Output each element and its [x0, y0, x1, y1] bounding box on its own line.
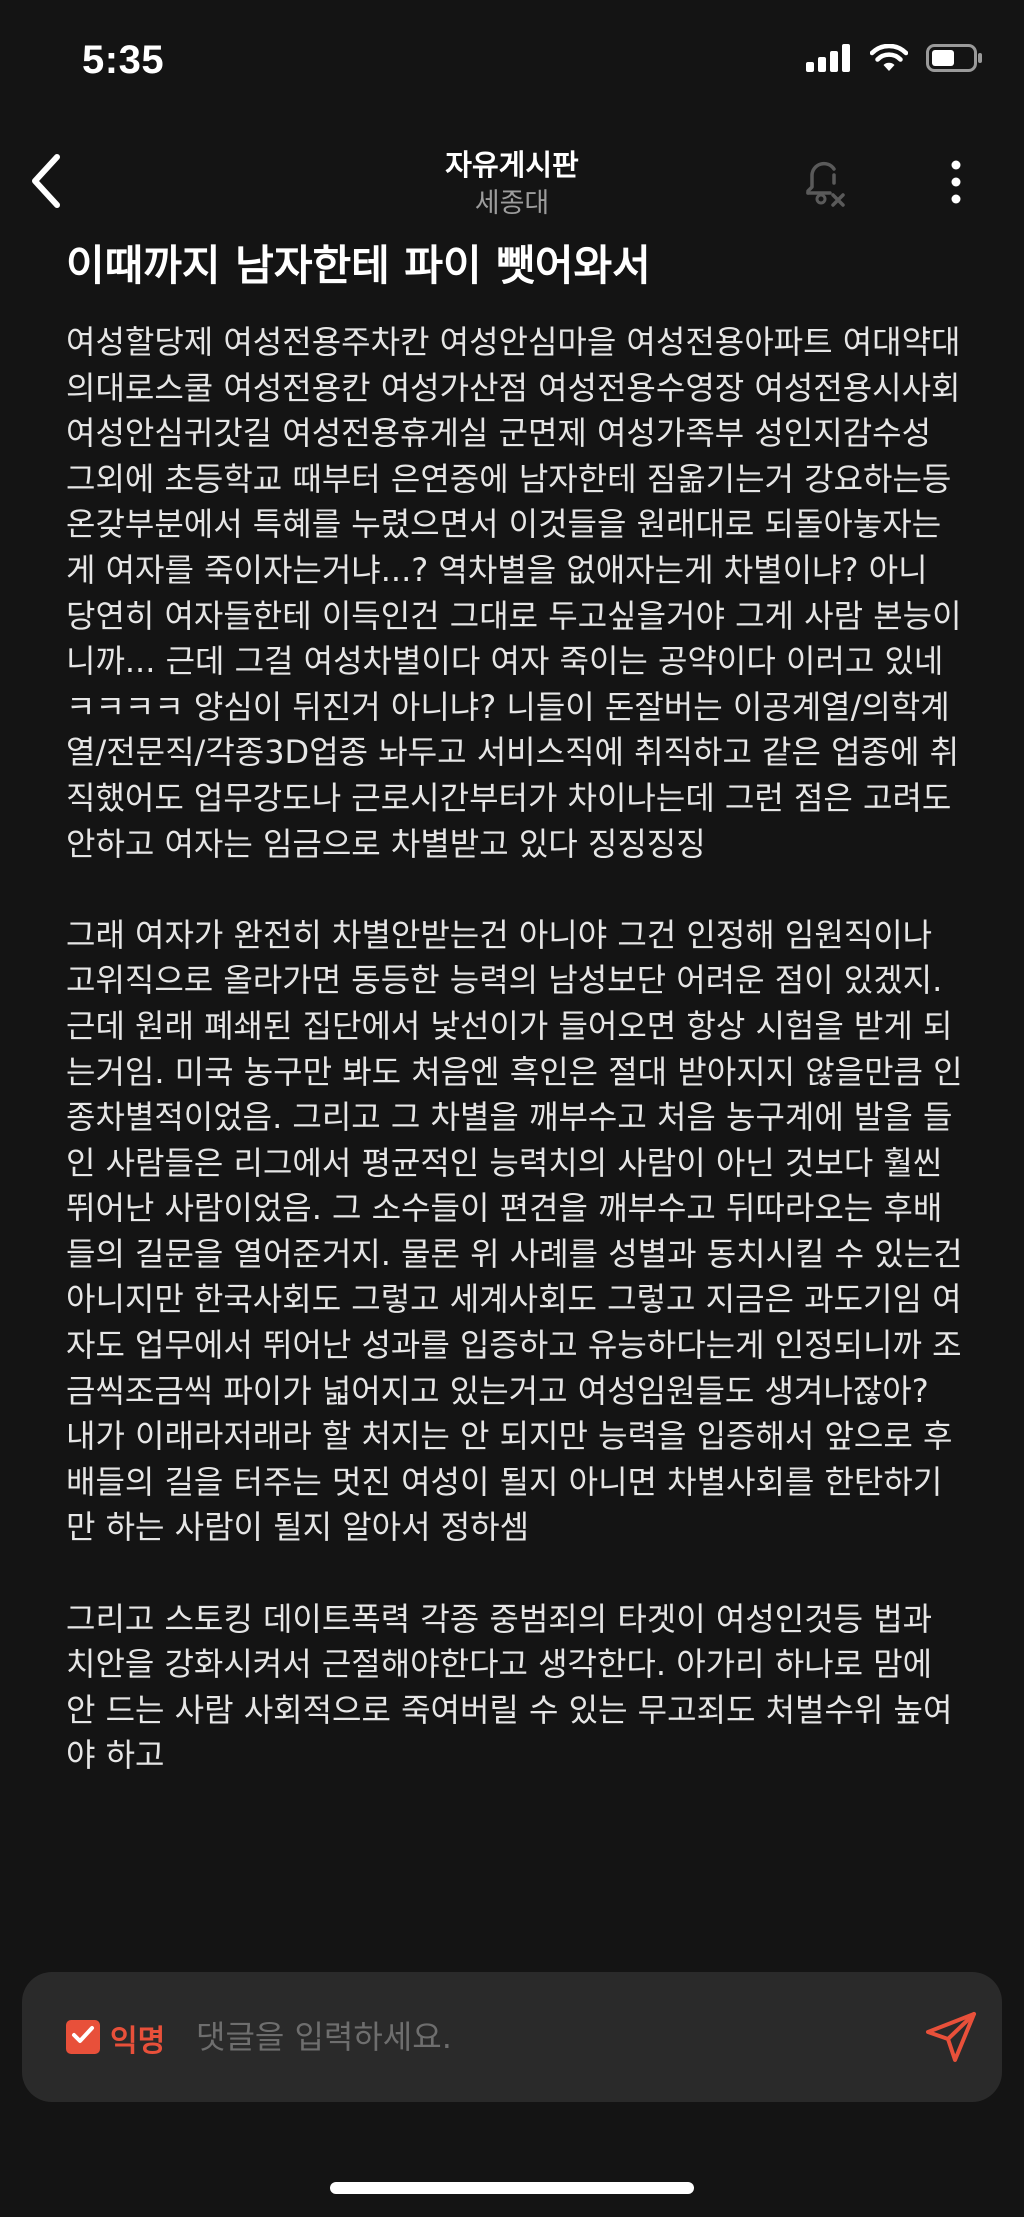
- status-time: 5:35: [82, 38, 165, 82]
- notification-toggle-button[interactable]: [790, 148, 860, 218]
- post-paragraph: 그리고 스토킹 데이트폭력 각종 중범죄의 타겟이 여성인것등 법과 치안을 강…: [66, 1599, 953, 1775]
- status-bar: 5:35: [0, 0, 1024, 120]
- comment-input[interactable]: [196, 2008, 896, 2066]
- post-content: 이때까지 남자한테 파이 뺏어와서 여성할당제 여성전용주차칸 여성안심마을 여…: [66, 230, 966, 1952]
- more-vertical-icon: [950, 160, 962, 208]
- home-indicator[interactable]: [330, 2182, 694, 2194]
- bell-off-icon: [800, 153, 850, 213]
- post-body: 여성할당제 여성전용주차칸 여성안심마을 여성전용아파트 여대약대의대로스쿨 여…: [66, 320, 966, 1779]
- post-title: 이때까지 남자한테 파이 뺏어와서: [66, 241, 651, 290]
- post-detail-screen: 5:35 자유게시판 세종대 이때까지 남자한테 파이 뺏어와서 여성할당제 여…: [0, 0, 1024, 2217]
- anonymous-label[interactable]: 익명: [110, 2016, 165, 2060]
- send-icon: [924, 2008, 980, 2068]
- battery-icon: [926, 44, 984, 76]
- checkmark-icon: [70, 2024, 96, 2050]
- more-options-button[interactable]: [930, 152, 982, 216]
- wifi-icon: [869, 43, 909, 76]
- cellular-signal-icon: [806, 44, 852, 76]
- board-title: 자유게시판: [445, 148, 579, 182]
- status-icons: [806, 43, 984, 76]
- post-paragraph: 여성할당제 여성전용주차칸 여성안심마을 여성전용아파트 여대약대의대로스쿨 여…: [66, 323, 962, 863]
- navigation-header: 자유게시판 세종대: [0, 128, 1024, 228]
- board-subtitle: 세종대: [474, 188, 550, 219]
- anonymous-checkbox[interactable]: [66, 2020, 100, 2054]
- post-paragraph: 그래 여자가 완전히 차별안받는건 아니야 그건 인정해 임원직이나 고위직으로…: [66, 915, 963, 1547]
- send-button[interactable]: [920, 2006, 984, 2070]
- comment-bar: 익명: [22, 1972, 1002, 2102]
